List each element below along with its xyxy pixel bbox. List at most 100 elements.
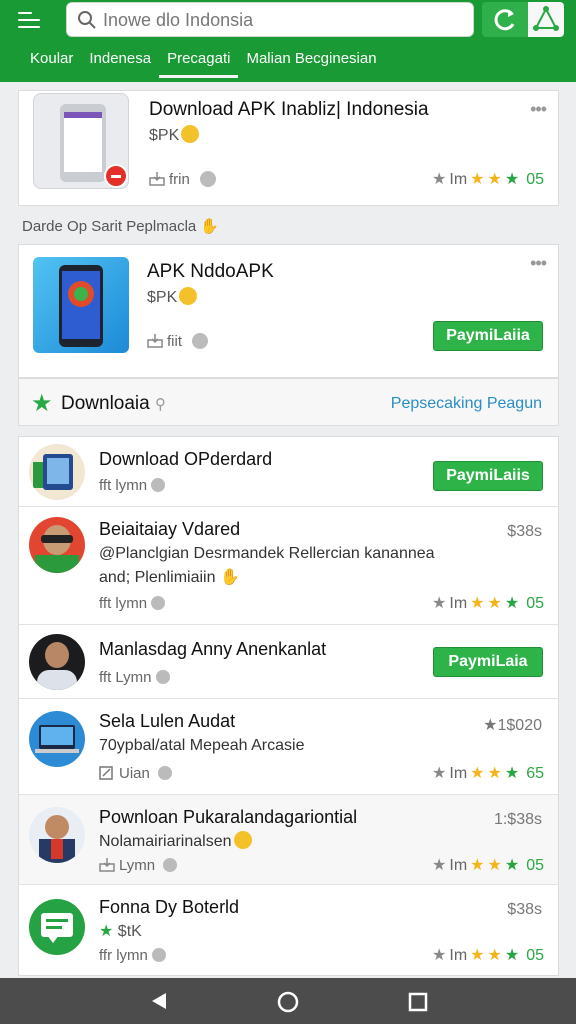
app-price: 1:$38s	[493, 811, 542, 828]
app-description: 70ypbal/atal Mepeah Arcasie	[99, 737, 305, 754]
app-price: $PK	[147, 287, 198, 307]
link-icon: ⚲	[155, 396, 167, 413]
user-icon	[152, 948, 167, 962]
app-icon	[29, 807, 85, 863]
app-icon	[29, 517, 85, 573]
star-icon: ★	[487, 595, 502, 612]
get-button[interactable]: PaymiLaiia	[433, 321, 543, 351]
list-item[interactable]: Pownloan Pukaralandagariontial 1:$38s No…	[19, 795, 558, 885]
app-price: ★1$020	[483, 717, 542, 734]
app-icon	[29, 899, 85, 955]
star-icon: ★	[432, 765, 447, 782]
star-icon: ★	[432, 947, 447, 964]
star-icon: ★	[487, 171, 502, 188]
downloads-header: ★ Downloaia ⚲ Pepsecaking Peagun	[18, 378, 559, 426]
star-icon: ★	[470, 765, 485, 782]
laugh-emoji-icon	[181, 125, 200, 143]
tab-malian[interactable]: Malian Becginesian	[238, 44, 384, 78]
star-icon: ★	[487, 765, 502, 782]
share-icon	[533, 6, 559, 31]
install-icon	[149, 172, 165, 186]
app-description: Nolamairiarinalsen	[99, 831, 252, 851]
featured-card[interactable]: APK NddoAPK $PK fiit ••• PaymiLaiia	[18, 244, 559, 378]
search-input[interactable]: Inowe dlo Indonsia	[66, 2, 474, 37]
list-item[interactable]: Sela Lulen Audat ★1$020 70ypbal/atal Mep…	[19, 699, 558, 795]
app-meta: fft lymn	[99, 595, 166, 612]
app-rating: ★ Im ★ ★ ★ 65	[432, 765, 544, 782]
app-icon	[29, 634, 85, 690]
smile-emoji-icon	[233, 831, 252, 849]
app-icon	[29, 444, 85, 500]
tab-precagati[interactable]: Precagati	[159, 44, 239, 78]
app-list: Download OPderdard fft lymn PaymiLaiis B…	[18, 436, 559, 976]
refresh-button[interactable]	[482, 2, 528, 37]
app-rating: ★ Im ★ ★ ★ 05	[432, 171, 544, 188]
install-icon	[147, 334, 163, 348]
home-icon[interactable]	[276, 990, 300, 1014]
star-icon: ★	[432, 171, 447, 188]
app-meta: frin	[149, 171, 217, 188]
refresh-icon	[494, 9, 515, 31]
app-price: $38s	[507, 901, 542, 918]
app-thumbnail	[33, 93, 129, 189]
app-icon	[29, 711, 85, 767]
app-meta: fft Lymn	[99, 669, 170, 686]
tab-indenesa[interactable]: Indenesa	[81, 44, 159, 78]
app-meta: fiit	[147, 333, 209, 350]
list-item[interactable]: Download OPderdard fft lymn PaymiLaiis	[19, 437, 558, 507]
star-icon: ★	[504, 947, 520, 964]
app-meta: Lymn	[99, 857, 178, 874]
app-meta: ffr lymn	[99, 947, 167, 964]
star-icon: ★	[470, 595, 485, 612]
system-nav-bar	[0, 978, 576, 1024]
app-price: $PK	[149, 125, 200, 145]
list-item[interactable]: Manlasdag Anny Anenkanlat fft Lymn Paymi…	[19, 625, 558, 699]
star-icon: ★	[470, 857, 485, 874]
user-icon	[158, 766, 173, 780]
featured-card[interactable]: Download APK Inabliz| Indonesia $PK frin…	[18, 90, 559, 206]
app-rating: ★ Im ★ ★ ★ 05	[432, 947, 544, 964]
app-title: Download OPderdard	[99, 449, 273, 469]
star-icon: ★	[487, 947, 502, 964]
top-app-bar: Inowe dlo Indonsia Koular Indenesa Preca…	[0, 0, 576, 82]
back-icon[interactable]	[148, 991, 170, 1011]
app-rating: ★ Im ★ ★ ★ 05	[432, 595, 544, 612]
category-tabs: Koular Indenesa Precagati Malian Becgine…	[0, 44, 576, 78]
edit-icon	[99, 766, 113, 780]
app-title: Beiaitaiay Vdared	[99, 519, 241, 539]
star-icon: ★	[470, 171, 485, 188]
remove-badge-icon	[104, 164, 128, 188]
search-placeholder: Inowe dlo Indonsia	[103, 10, 254, 30]
more-options-icon[interactable]: •••	[530, 253, 547, 274]
app-meta: fft lymn	[99, 477, 166, 494]
recents-icon[interactable]	[407, 991, 429, 1013]
star-icon: ★	[504, 765, 520, 782]
app-description: @Planclgian Desrmandek Rellercian kanann…	[99, 545, 435, 562]
list-item[interactable]: Fonna Dy Boterld $38s ★ $tK ffr lymn ★ Im…	[19, 885, 558, 975]
star-icon: ★	[432, 857, 447, 874]
grin-emoji-icon	[179, 287, 198, 305]
more-options-icon[interactable]: •••	[530, 99, 547, 120]
user-icon	[163, 858, 178, 872]
share-button[interactable]	[528, 2, 564, 37]
hand-icon: ✋	[200, 218, 220, 235]
app-title: APK NddoAPK	[147, 261, 274, 282]
user-icon	[192, 333, 209, 349]
search-icon	[78, 11, 96, 29]
user-icon	[200, 171, 217, 187]
star-icon: ★	[470, 947, 485, 964]
user-icon	[155, 670, 170, 684]
app-title: Fonna Dy Boterld	[99, 897, 240, 917]
star-icon: ★	[432, 595, 447, 612]
user-icon	[151, 596, 166, 610]
user-icon	[151, 478, 166, 492]
section-label: Darde Op Sarit Peplmacla ✋	[22, 218, 220, 235]
get-button[interactable]: PaymiLaia	[433, 647, 543, 677]
star-icon: ★	[99, 923, 114, 940]
menu-icon[interactable]	[14, 8, 46, 34]
tab-koular[interactable]: Koular	[0, 44, 81, 78]
star-icon: ★	[504, 171, 520, 188]
see-more-link[interactable]: Pepsecaking Peagun	[391, 395, 542, 413]
list-item[interactable]: Beiaitaiay Vdared $38s @Planclgian Desrm…	[19, 507, 558, 625]
get-button[interactable]: PaymiLaiis	[433, 461, 543, 491]
